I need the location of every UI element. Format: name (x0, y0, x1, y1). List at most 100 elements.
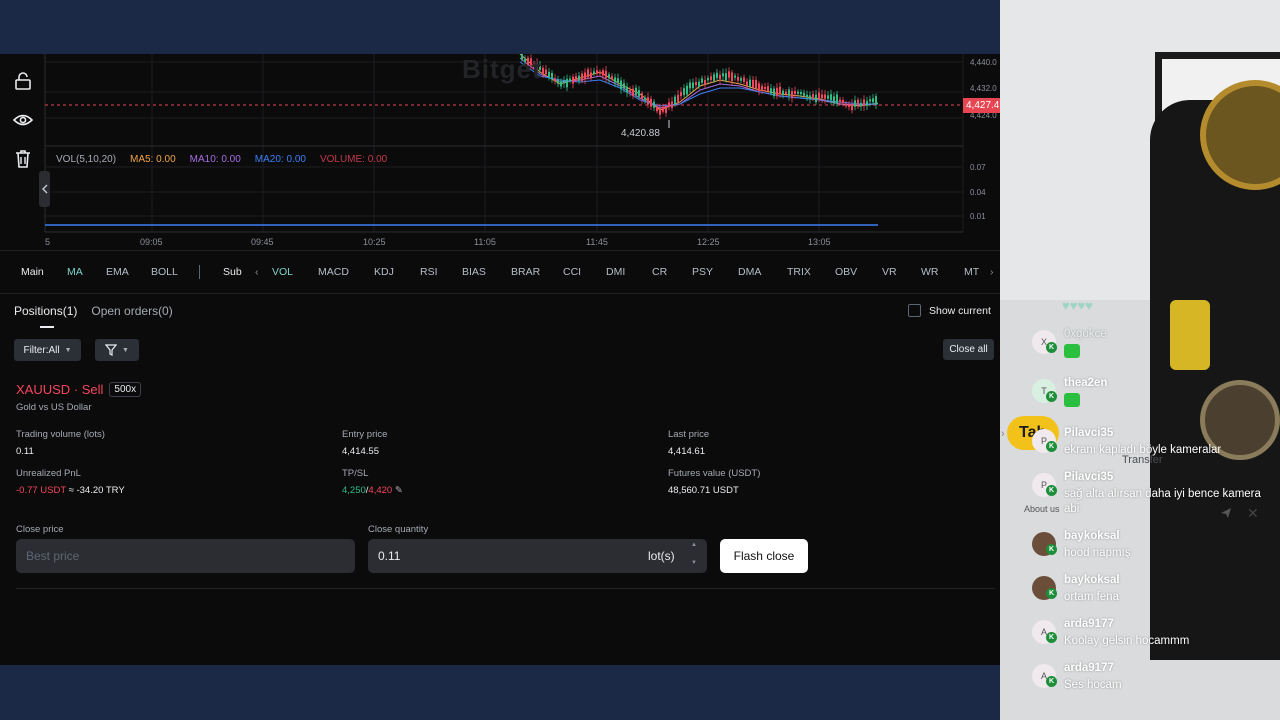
position-symbol[interactable]: XAUUSD · Sell (16, 382, 103, 397)
indicator-trix[interactable]: TRIX (787, 266, 811, 278)
unlock-icon[interactable] (8, 66, 38, 96)
time-axis-label: 11:45 (586, 237, 608, 247)
candle-body (770, 88, 772, 94)
indicator-psy[interactable]: PSY (692, 266, 713, 278)
increment-icon[interactable]: ▲ (691, 542, 697, 548)
candle-body (551, 72, 553, 80)
chat-text: hood napmış (1064, 547, 1131, 559)
kick-badge-icon: K (1046, 391, 1057, 402)
show-current-checkbox[interactable] (908, 304, 921, 317)
chevron-right-icon[interactable]: › (1001, 428, 1005, 440)
ma5-legend: MA5: 0.00 (130, 154, 176, 165)
close-price-label: Close price (16, 524, 64, 535)
chat-username[interactable]: Pilavci35 (1064, 471, 1113, 483)
candle-body (788, 89, 790, 96)
scroll-left-icon[interactable]: ‹ (255, 266, 259, 278)
unrealized-pnl-field: Unrealized PnL -0.77 USDT ≈ -34.20 TRY (16, 468, 125, 496)
tpsl-field: TP/SL 4,250/4,420 ✎ (342, 468, 403, 496)
candle-body (692, 82, 694, 89)
close-price-input[interactable]: Best price (16, 539, 355, 573)
indicator-boll[interactable]: BOLL (151, 266, 178, 278)
indicator-mt[interactable]: MT (964, 266, 979, 278)
flash-close-button[interactable]: Flash close (720, 539, 808, 573)
indicator-rsi[interactable]: RSI (420, 266, 438, 278)
funnel-filter-button[interactable]: ▼ (95, 339, 139, 361)
indicator-wr[interactable]: WR (921, 266, 939, 278)
indicator-cr[interactable]: CR (652, 266, 667, 278)
candle-body (824, 94, 826, 99)
scroll-right-icon[interactable]: › (990, 266, 994, 278)
show-current-toggle[interactable]: Show current (908, 304, 991, 317)
candle-body (659, 107, 661, 115)
chat-text: ekranı kapladı böyle kameralar (1064, 444, 1222, 456)
tab-open-orders[interactable]: Open orders(0) (91, 304, 172, 318)
close-all-button[interactable]: Close all (943, 339, 994, 360)
entry-price-label: Entry price (342, 429, 388, 440)
edit-pencil-icon[interactable]: ✎ (395, 485, 403, 496)
position-divider (16, 588, 995, 589)
chat-username[interactable]: baykoksal (1064, 530, 1120, 542)
decrement-icon[interactable]: ▼ (691, 560, 697, 566)
indicator-vol[interactable]: VOL (272, 266, 293, 278)
indicator-cci[interactable]: CCI (563, 266, 581, 278)
desktop-background-bottom (0, 665, 1000, 720)
entry-price-value: 4,414.55 (342, 446, 379, 457)
indicator-bias[interactable]: BIAS (462, 266, 486, 278)
indicator-ema[interactable]: EMA (106, 266, 129, 278)
chat-username[interactable]: 0xgokce (1064, 328, 1107, 340)
chat-text: sağ alta alırsan daha iyi bence kamera a… (1064, 488, 1261, 515)
indicator-obv[interactable]: OBV (835, 266, 857, 278)
time-axis-label: 13:05 (808, 237, 831, 247)
desktop-background-top (0, 0, 1000, 54)
position-title: XAUUSD · Sell 500x (16, 382, 142, 397)
candle-body (644, 97, 646, 100)
kick-badge-icon: K (1046, 544, 1057, 555)
chat-overlay: X K 0xgokce T K thea2en P K Pilavci35 ek… (1024, 320, 1280, 720)
emote-icon (1064, 344, 1080, 358)
candle-body (671, 101, 673, 108)
filter-dropdown[interactable]: Filter:All ▼ (14, 339, 81, 361)
chevron-left-icon (41, 184, 47, 194)
close-quantity-value: 0.11 (378, 549, 401, 563)
chat-username[interactable]: thea2en (1064, 377, 1107, 389)
candle-body (845, 103, 847, 107)
collapse-toolbar-button[interactable] (39, 171, 50, 207)
candle-body (842, 99, 844, 103)
trash-icon[interactable] (8, 144, 38, 174)
indicator-dma[interactable]: DMA (738, 266, 761, 278)
candle-body (593, 71, 595, 74)
indicator-brar[interactable]: BRAR (511, 266, 540, 278)
indicator-macd[interactable]: MACD (318, 266, 349, 278)
candle-body (764, 87, 766, 90)
candle-body (743, 77, 745, 82)
tab-positions[interactable]: Positions(1) (14, 304, 77, 318)
chat-username[interactable]: arda9177 (1064, 662, 1114, 674)
candle-body (674, 96, 676, 105)
chat-username[interactable]: arda9177 (1064, 618, 1114, 630)
candle-body (728, 71, 730, 78)
indicator-kdj[interactable]: KDJ (374, 266, 394, 278)
chat-username[interactable]: Pilavci35 (1064, 427, 1113, 439)
leverage-badge[interactable]: 500x (109, 382, 142, 397)
eye-icon[interactable] (8, 105, 38, 135)
candle-body (749, 79, 751, 87)
close-quantity-field-label: Close quantity (368, 524, 428, 535)
indicator-vr[interactable]: VR (882, 266, 897, 278)
candle-body (857, 99, 859, 106)
candle-body (548, 71, 550, 78)
tpsl-label: TP/SL (342, 468, 369, 479)
kline-chart[interactable]: Bitget 4,420.88 4,440.0 4,432.0 4,424.0 … (0, 54, 1000, 250)
candle-body (665, 105, 667, 113)
candle-body (698, 81, 700, 87)
candle-body (740, 78, 742, 81)
candle-body (653, 101, 655, 108)
chat-username[interactable]: baykoksal (1064, 574, 1120, 586)
indicator-ma[interactable]: MA (67, 266, 83, 278)
candle-body (707, 77, 709, 81)
indicator-dmi[interactable]: DMI (606, 266, 625, 278)
time-axis-label: 09:05 (140, 237, 163, 247)
candle-body (623, 83, 625, 89)
candle-body (596, 70, 598, 74)
chart-watermark: Bitget (462, 54, 542, 84)
close-quantity-input[interactable]: 0.11 lot(s) ▲ ▼ (368, 539, 707, 573)
